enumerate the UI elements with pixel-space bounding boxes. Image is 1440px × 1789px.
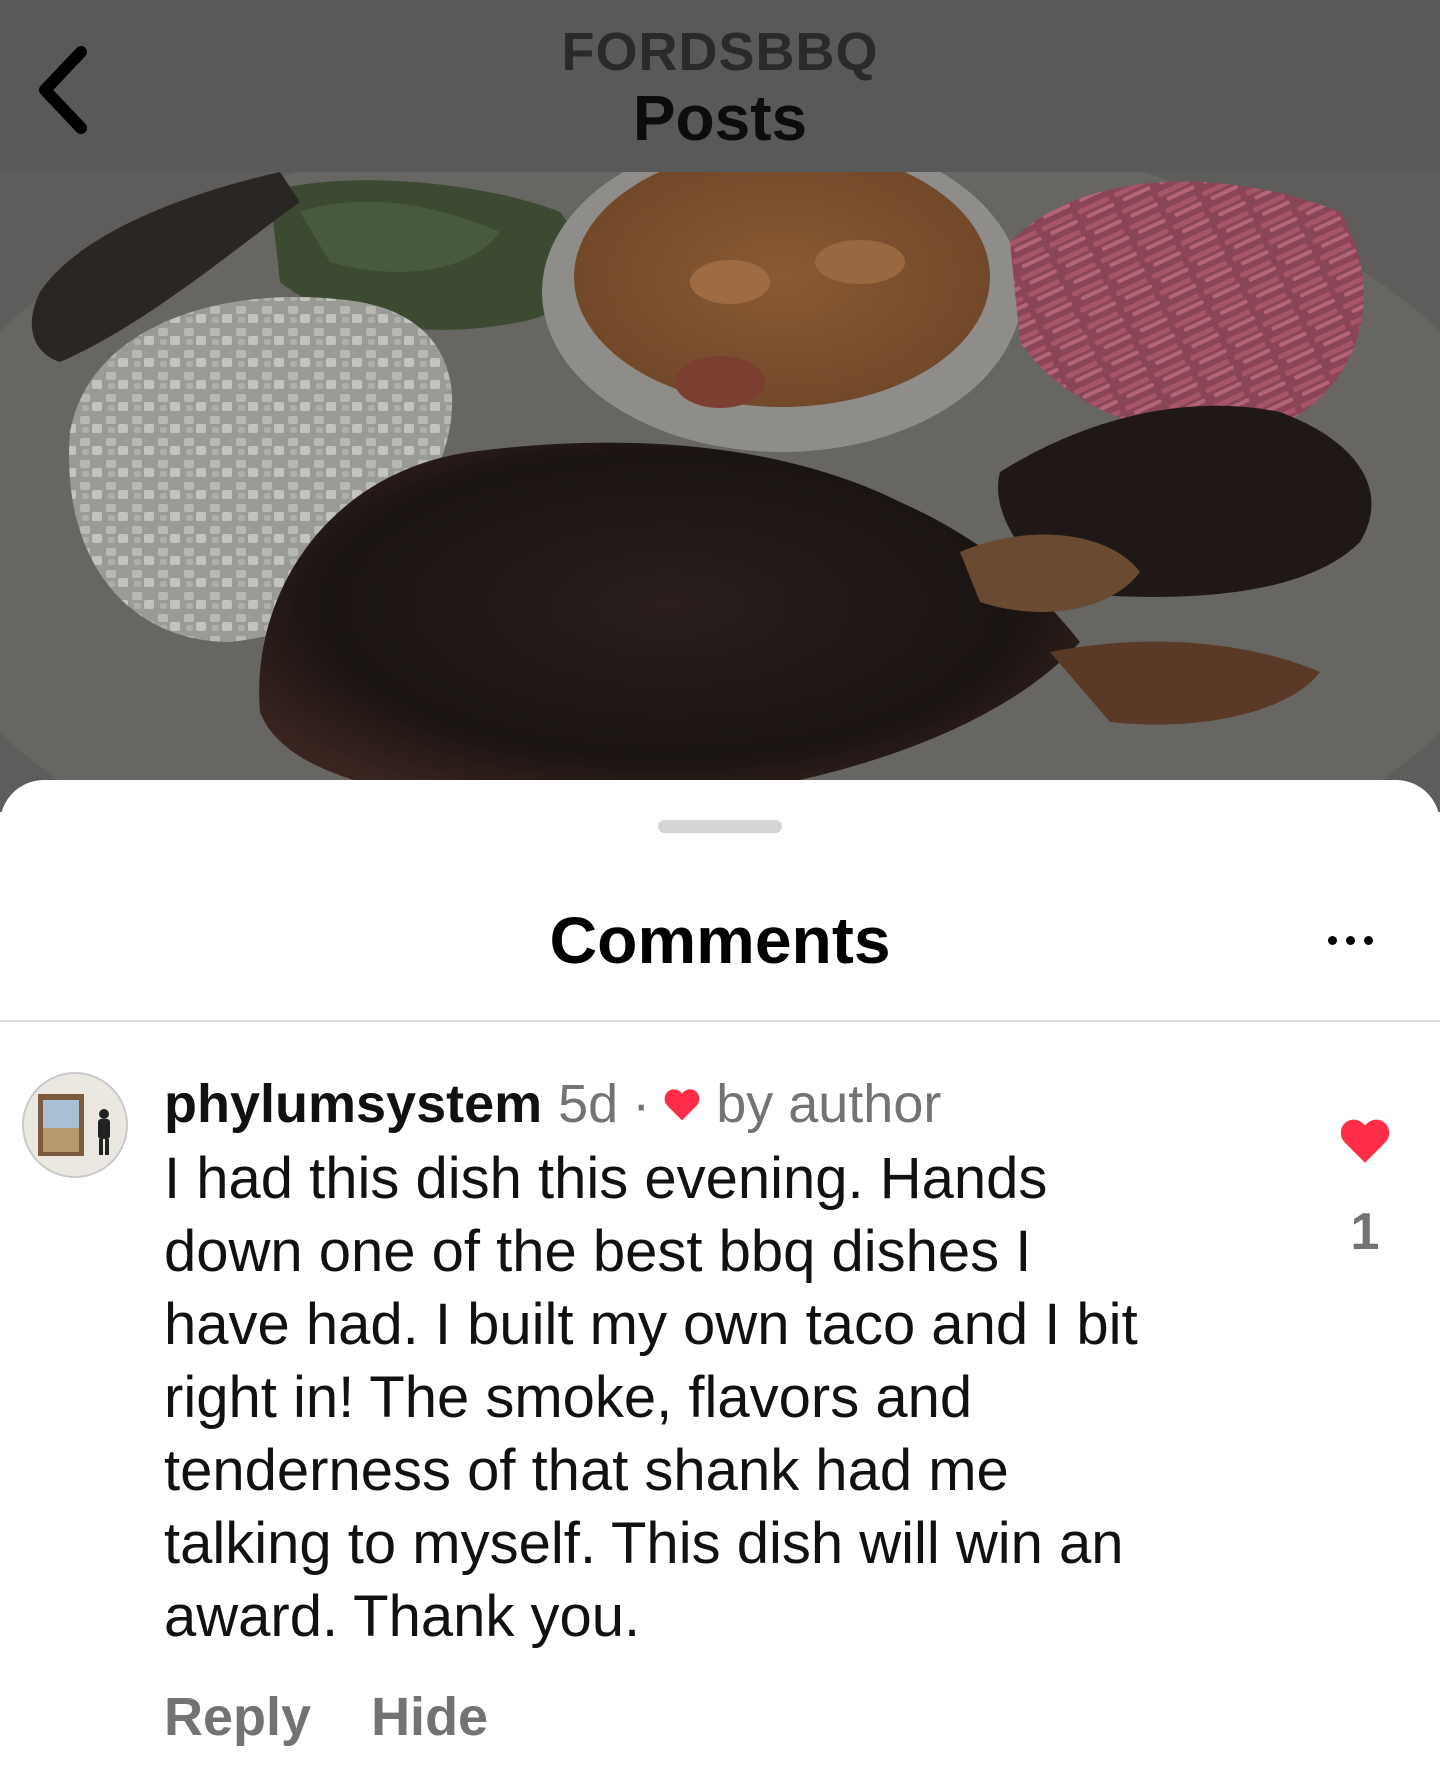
reply-button[interactable]: Reply (164, 1686, 311, 1748)
page-title: Posts (632, 82, 808, 154)
account-username: FORDSBBQ (561, 22, 879, 82)
comment-timestamp: 5d (558, 1074, 619, 1134)
like-button[interactable] (1330, 1110, 1400, 1170)
sheet-drag-handle[interactable] (658, 820, 782, 833)
comment-line: down one of the best bbq dishes I (164, 1219, 1032, 1284)
hide-button[interactable]: Hide (371, 1686, 488, 1748)
like-count: 1 (1350, 1203, 1380, 1261)
heart-icon (662, 1086, 702, 1122)
comment-line: have had. I built my own taco and I bit (164, 1292, 1138, 1357)
header-titles: FORDSBBQ Posts (0, 22, 1440, 154)
comment-username[interactable]: phylumsystem (164, 1073, 542, 1135)
comment-line: I had this dish this evening. Hands (164, 1146, 1048, 1211)
liked-by-author-label: by author (716, 1074, 942, 1134)
comment-line: award. Thank you. (164, 1584, 641, 1649)
post-photo (0, 172, 1440, 812)
avatar[interactable] (22, 1072, 128, 1178)
comment-meta: phylumsystem 5d · by author (164, 1072, 941, 1136)
more-dot (1363, 935, 1373, 945)
more-options-button[interactable] (1310, 910, 1390, 970)
meta-separator: · (632, 1074, 651, 1134)
more-horizontal-icon (1327, 935, 1337, 945)
comment-line: talking to myself. This dish will win an (164, 1511, 1124, 1576)
more-dot (1345, 935, 1355, 945)
divider (0, 1020, 1440, 1022)
comment-body: I had this dish this evening. Hands down… (164, 1142, 1274, 1653)
comments-sheet: Comments phylumsystem 5d · by author I h… (0, 780, 1440, 1789)
top-bar: FORDSBBQ Posts (0, 0, 1440, 172)
comments-title: Comments (549, 903, 891, 977)
comment-line: tenderness of that shank had me (164, 1438, 1009, 1503)
comment-line: right in! The smoke, flavors and (164, 1365, 973, 1430)
comment-actions: Reply Hide (164, 1686, 488, 1748)
heart-filled-icon (1340, 1119, 1390, 1163)
